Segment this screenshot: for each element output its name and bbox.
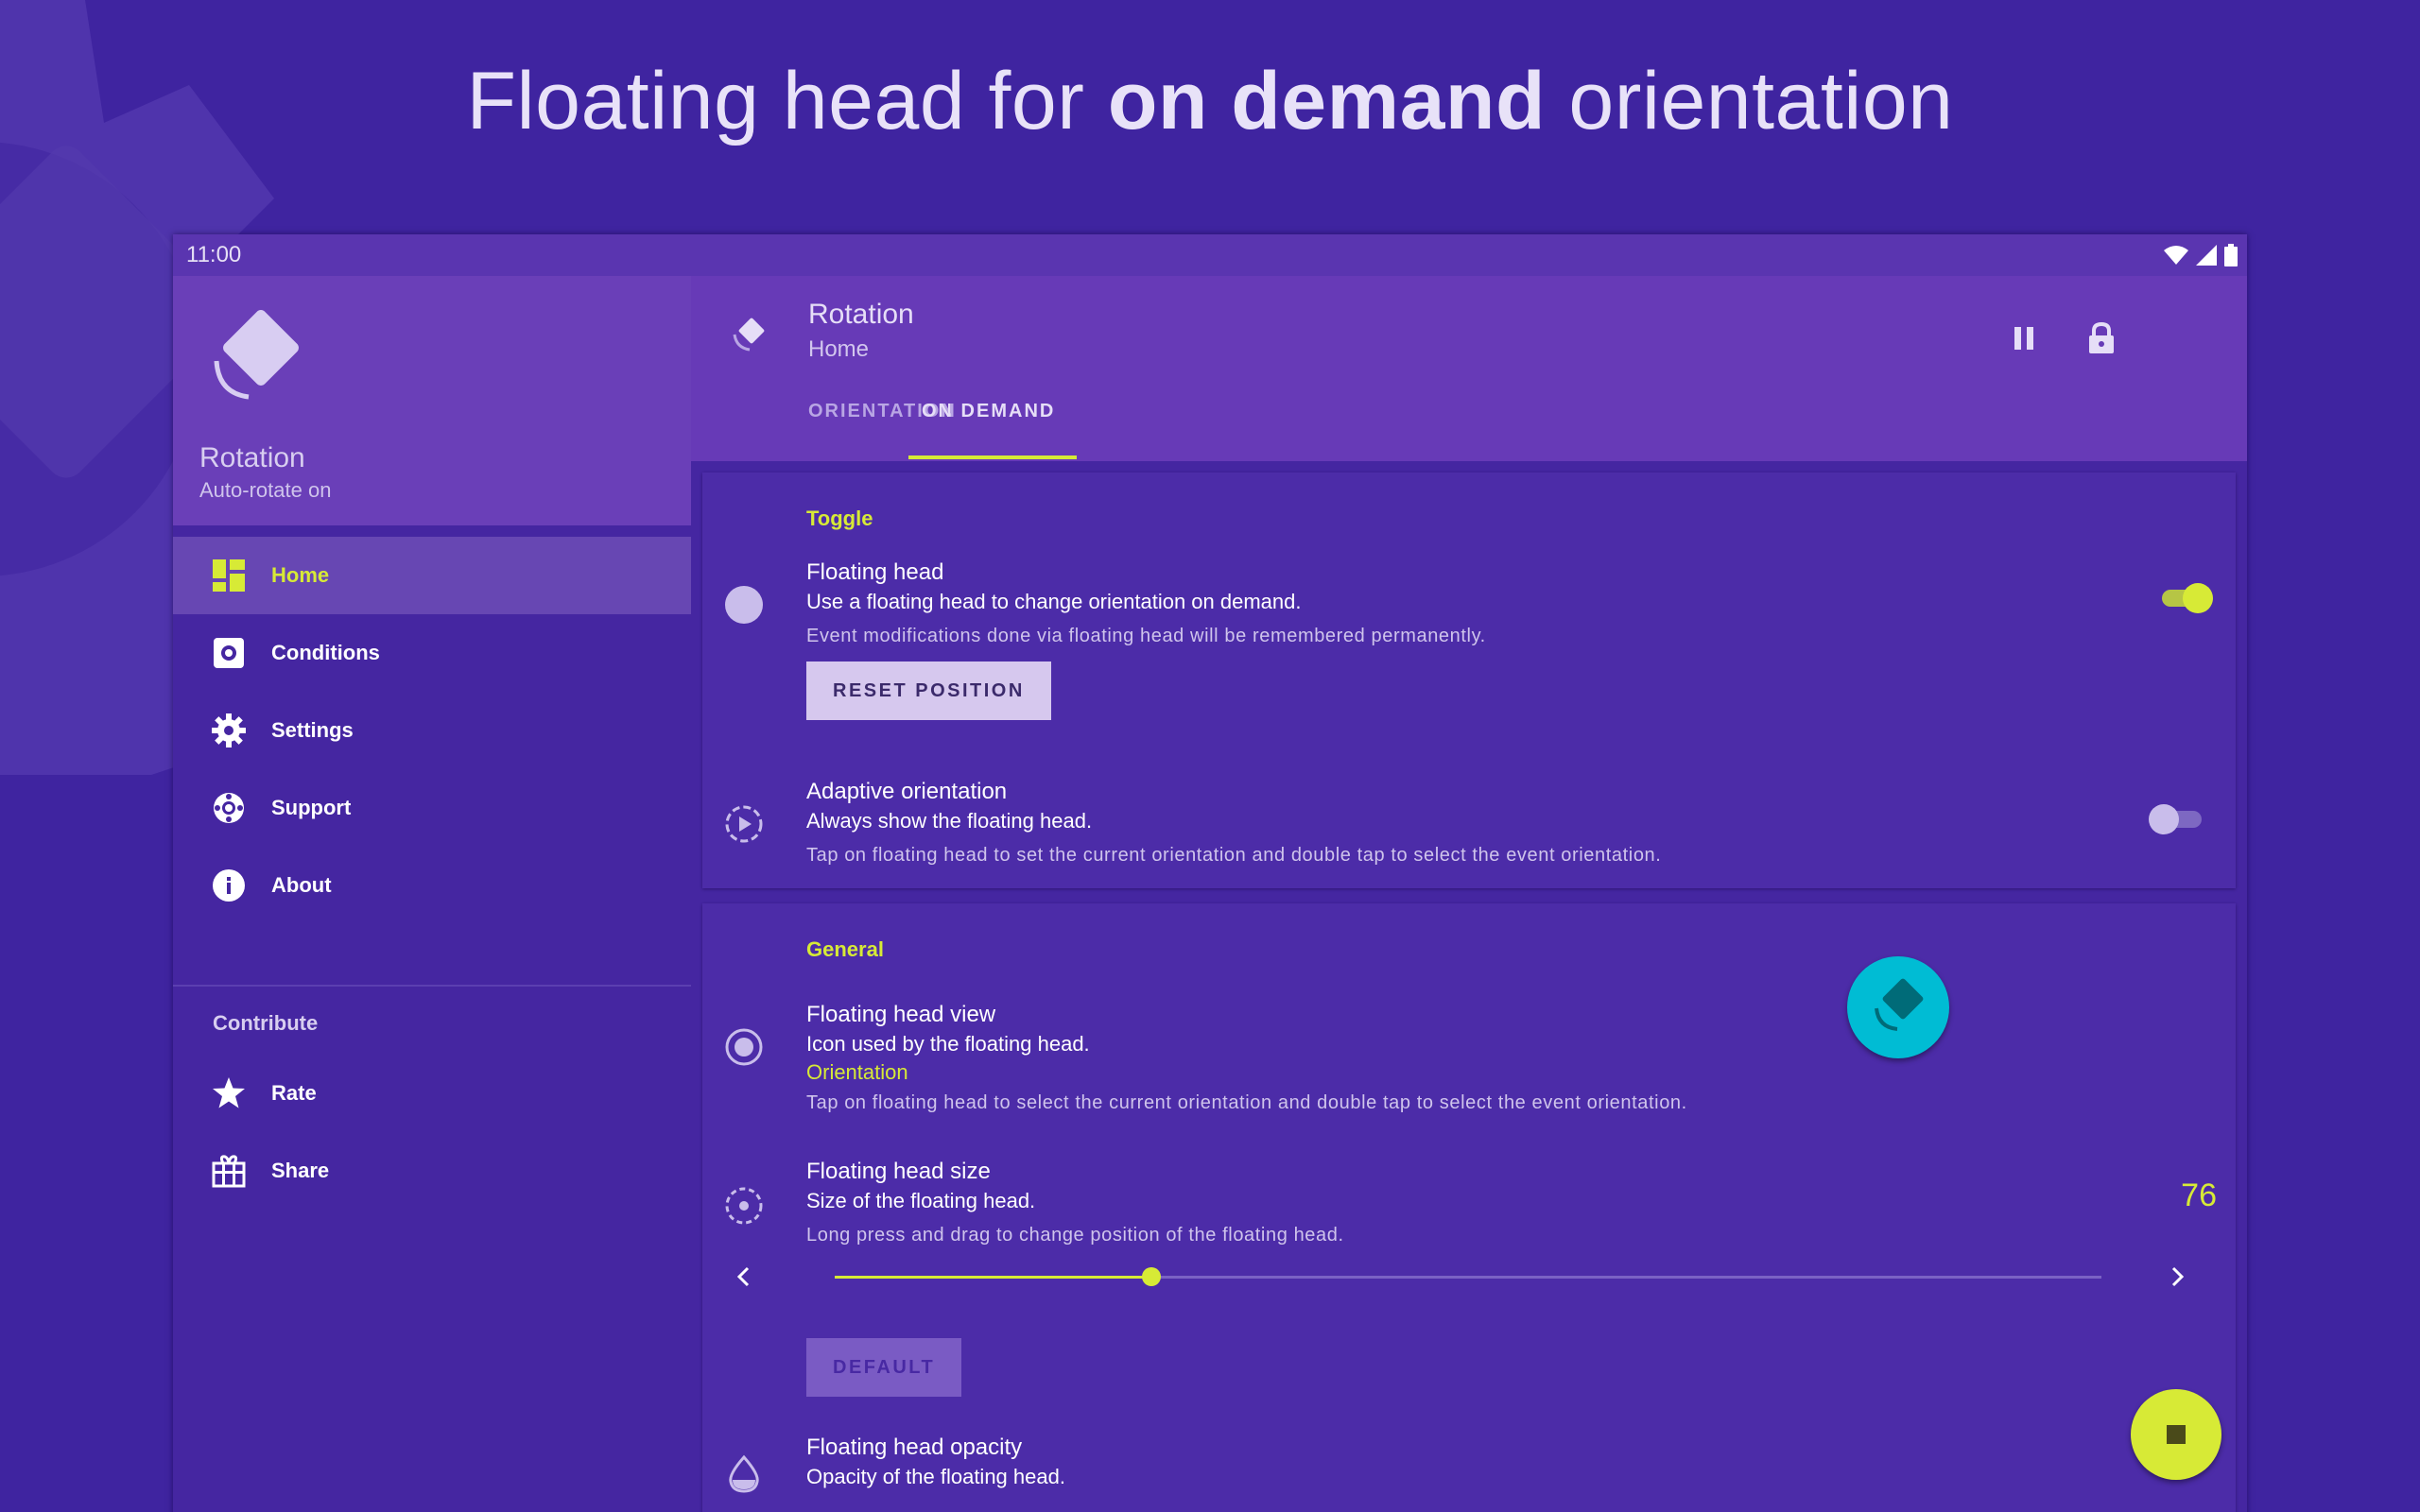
chevron-left-icon [736, 1266, 750, 1287]
stop-fab-button[interactable] [2131, 1389, 2221, 1480]
general-card: General Floating head view Icon used by … [702, 903, 2236, 1512]
decrease-button[interactable] [727, 1261, 759, 1293]
adaptive-orientation-icon [723, 803, 765, 845]
preferences-list: Toggle Floating head Use a floating head… [691, 461, 2247, 1512]
pref-opacity-summary: Opacity of the floating head. [806, 1465, 1065, 1488]
lifebuoy-icon [211, 790, 247, 826]
status-bar: 11:00 [173, 234, 2247, 276]
conditions-icon [211, 635, 247, 671]
increase-button[interactable] [2162, 1261, 2194, 1293]
nav-item-conditions[interactable]: Conditions [173, 614, 691, 692]
nav-item-label: Conditions [271, 641, 380, 664]
section-title-general: General [806, 937, 884, 961]
nav-item-about[interactable]: About [173, 847, 691, 924]
cell-signal-icon [2196, 245, 2217, 266]
size-slider-row [702, 1253, 2236, 1300]
drawer-app-title: Rotation [199, 442, 305, 473]
nav-item-label: Home [271, 563, 330, 587]
pref-size-title[interactable]: Floating head size [806, 1159, 991, 1185]
nav-item-label: About [271, 873, 332, 897]
chevron-right-icon [2171, 1266, 2185, 1287]
nav-item-share[interactable]: Share [173, 1132, 691, 1210]
pref-view-title[interactable]: Floating head view [806, 1002, 995, 1028]
pref-size-note: Long press and drag to change position o… [806, 1225, 1344, 1246]
info-icon [211, 868, 247, 903]
drawer-header: Rotation Auto-rotate on [173, 276, 691, 525]
size-slider-thumb[interactable] [1142, 1267, 1161, 1286]
pref-adaptive-summary: Always show the floating head. [806, 809, 1093, 833]
drawer-divider [173, 985, 691, 987]
size-dashed-circle-icon [723, 1185, 765, 1227]
navigation-drawer: Rotation Auto-rotate on Home Conditions … [173, 276, 691, 1512]
size-slider-fill [835, 1276, 1151, 1279]
wifi-icon [2164, 246, 2188, 265]
pref-view-value: Orientation [806, 1060, 908, 1084]
contribute-section-title: Contribute [213, 1011, 319, 1035]
lock-icon [2089, 322, 2114, 353]
pref-opacity-title[interactable]: Floating head opacity [806, 1435, 1022, 1461]
nav-item-label: Support [271, 796, 352, 819]
floating-head-switch[interactable] [2158, 578, 2215, 616]
nav-item-label: Settings [271, 718, 354, 742]
nav-item-rate[interactable]: Rate [173, 1055, 691, 1132]
app-toolbar: Rotation Home ORIENTATION ON DEMAND [691, 276, 2247, 461]
rotation-icon [1875, 978, 1924, 1031]
active-tab-indicator [908, 455, 1077, 459]
nav-item-support[interactable]: Support [173, 769, 691, 847]
floating-head-bubble[interactable] [1847, 956, 1949, 1058]
toggle-card: Toggle Floating head Use a floating head… [702, 472, 2236, 888]
rotation-logo-icon [214, 310, 299, 400]
status-time: 11:00 [186, 242, 242, 267]
gear-icon [211, 713, 247, 748]
nav-item-home[interactable]: Home [173, 537, 691, 614]
pref-size-summary: Size of the floating head. [806, 1189, 1036, 1212]
gift-icon [211, 1153, 247, 1189]
section-title-toggle: Toggle [806, 507, 873, 530]
pref-adaptive-note: Tap on floating head to set the current … [806, 845, 1662, 866]
pref-adaptive-title[interactable]: Adaptive orientation [806, 779, 1007, 805]
tab-on-demand[interactable]: ON DEMAND [922, 399, 1055, 461]
nav-item-label: Rate [271, 1081, 317, 1105]
dashboard-icon [211, 558, 247, 593]
adaptive-orientation-switch[interactable] [2149, 799, 2205, 837]
pref-floating-head-note: Event modifications done via floating he… [806, 626, 1486, 646]
pref-view-note: Tap on floating head to select the curre… [806, 1092, 1687, 1113]
drawer-app-status: Auto-rotate on [199, 478, 332, 502]
pause-button[interactable] [2005, 319, 2043, 357]
toolbar-title: Rotation [808, 299, 914, 330]
star-icon [211, 1075, 247, 1111]
pause-icon [2014, 327, 2033, 350]
pref-view-summary: Icon used by the floating head. [806, 1032, 1090, 1056]
pref-floating-head-title[interactable]: Floating head [806, 559, 943, 586]
radio-target-icon [723, 1026, 765, 1068]
reset-position-button[interactable]: RESET POSITION [806, 662, 1051, 720]
nav-item-settings[interactable]: Settings [173, 692, 691, 769]
rotation-logo-icon [733, 318, 765, 352]
default-size-button[interactable]: DEFAULT [806, 1338, 962, 1397]
tablet-screen: 11:00 Rotation Auto-rotate on Home Condi… [173, 234, 2247, 1512]
lock-button[interactable] [2083, 319, 2120, 357]
floating-head-circle-icon [723, 584, 765, 626]
nav-item-label: Share [271, 1159, 330, 1182]
opacity-drop-icon [723, 1453, 765, 1495]
page-headline: Floating head for on demand orientation [466, 56, 1954, 146]
toolbar-subtitle: Home [808, 336, 870, 362]
stop-icon [2167, 1425, 2186, 1444]
pref-floating-head-summary: Use a floating head to change orientatio… [806, 590, 1302, 613]
battery-icon [2224, 244, 2238, 266]
size-value: 76 [2181, 1177, 2217, 1213]
size-slider[interactable] [835, 1267, 2101, 1286]
